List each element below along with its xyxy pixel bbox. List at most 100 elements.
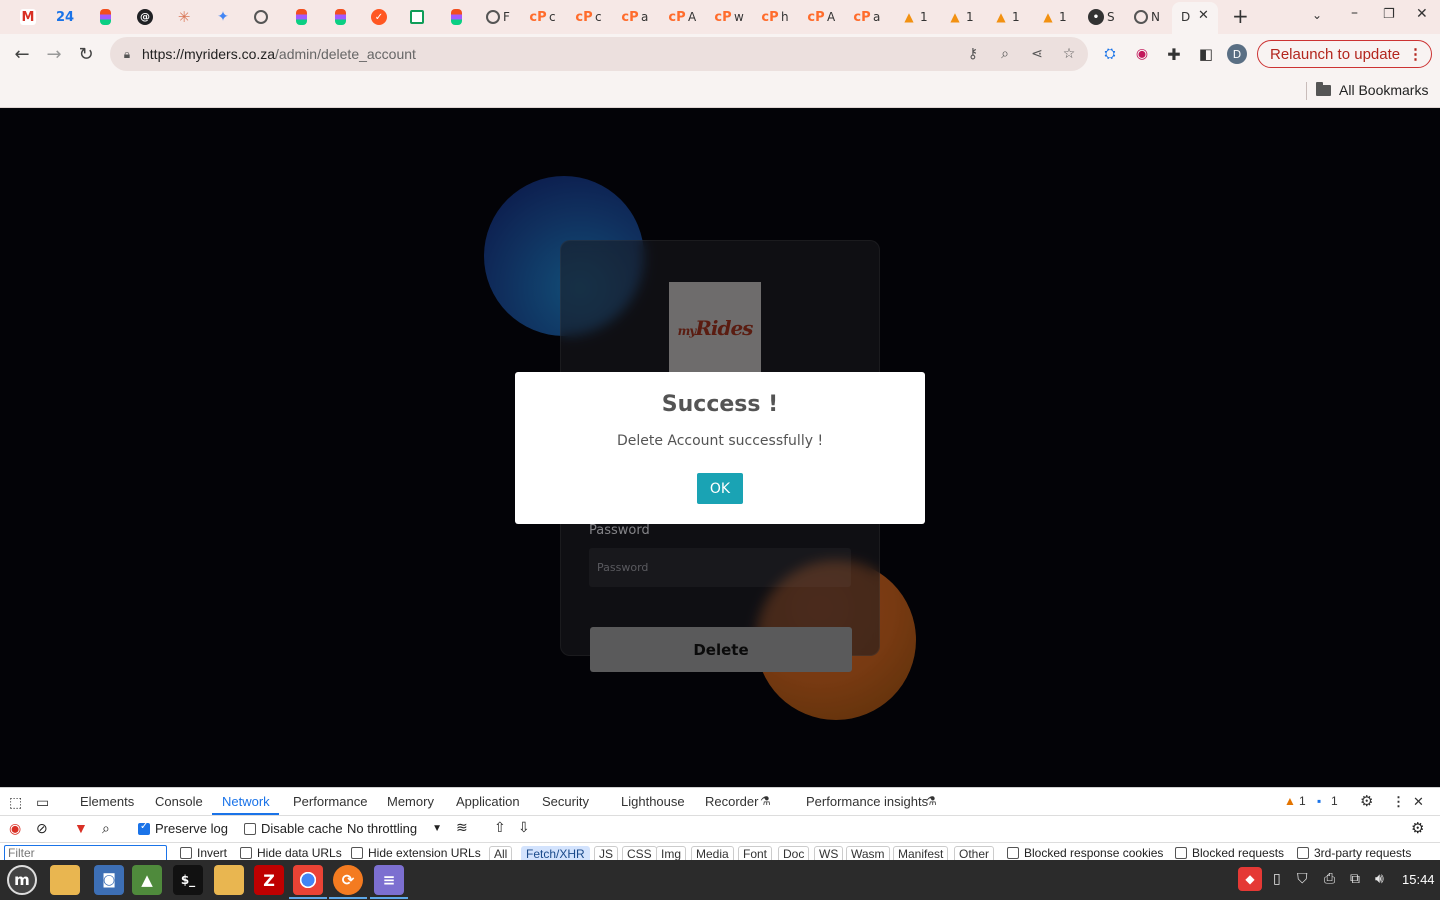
devtools-menu-icon[interactable]: ⋮ [1392, 794, 1405, 810]
filter-chip-img[interactable]: Img [656, 846, 687, 861]
window-close-icon[interactable]: ✕ [1416, 6, 1428, 22]
tab-figma[interactable] [100, 6, 111, 28]
tab-figma[interactable] [335, 6, 346, 28]
warning-icon[interactable]: ▲ [1284, 794, 1296, 808]
tab-cpanel[interactable]: cP A [807, 6, 835, 28]
restore-icon[interactable]: ❐ [1383, 7, 1395, 22]
printer-tray-icon[interactable]: ⎙ [1324, 871, 1335, 887]
tab-cpanel[interactable]: cP a [853, 6, 880, 28]
inspect-element-icon[interactable]: ⬚ [9, 794, 22, 811]
tab-phpmyadmin[interactable]: ▲ 1 [993, 6, 1019, 28]
url-text[interactable]: https://myriders.co.za/admin/delete_acco… [142, 46, 416, 62]
filter-chip-all[interactable]: All [489, 846, 513, 861]
share-icon[interactable]: ⋖ [1028, 45, 1046, 63]
reload-icon[interactable]: ↻ [74, 42, 98, 66]
extensions-puzzle-icon[interactable]: ✚ [1162, 42, 1186, 66]
filter-funnel-icon[interactable]: ▼ [74, 820, 88, 836]
checkbox[interactable] [244, 822, 256, 835]
address-bar[interactable]: 🔒︎ https://myriders.co.za/admin/delete_a… [110, 37, 1088, 71]
color-picker-extension-icon[interactable]: ◉ [1130, 42, 1154, 66]
tab-cpanel[interactable]: cP c [529, 6, 555, 28]
devtools-close-icon[interactable]: ✕ [1413, 794, 1424, 810]
settings-gear-icon[interactable]: ⚙ [1360, 792, 1373, 810]
checkbox[interactable] [351, 847, 363, 859]
network-settings-gear-icon[interactable]: ⚙ [1411, 819, 1424, 837]
tab-figma[interactable] [296, 6, 307, 28]
side-panel-icon[interactable]: ◧ [1194, 42, 1218, 66]
image-viewer-icon[interactable]: ▲ [132, 865, 162, 895]
record-icon[interactable]: ◉ [9, 820, 21, 837]
tab-cpanel[interactable]: cP a [621, 6, 648, 28]
postman-icon[interactable]: ⟳ [333, 865, 363, 895]
third-party-checkbox[interactable]: 3rd-party requests [1297, 846, 1411, 860]
tab-sheets[interactable] [410, 6, 424, 28]
throttling-select[interactable]: No throttling ▼ [347, 821, 442, 836]
filter-chip-other[interactable]: Other [954, 846, 995, 861]
files-icon[interactable] [50, 865, 80, 895]
relaunch-button[interactable]: Relaunch to update ⋮ [1257, 40, 1432, 68]
tab-threads[interactable]: @ [137, 6, 153, 28]
tab-gemini[interactable]: ✦ [215, 6, 231, 28]
network-tray-icon[interactable]: ⧉ [1350, 871, 1360, 887]
filezilla-icon[interactable]: Z [254, 865, 284, 895]
tab-orange-app[interactable]: ✓ [371, 6, 387, 28]
invert-checkbox[interactable]: Invert [180, 846, 227, 860]
folder-app-icon[interactable] [214, 865, 244, 895]
search-icon[interactable]: ⌕ [102, 820, 110, 837]
hide-data-urls-checkbox[interactable]: Hide data URLs [240, 846, 342, 860]
tab-cpanel[interactable]: cP A [668, 6, 696, 28]
filter-chip-ws[interactable]: WS [814, 846, 844, 861]
filter-chip-fetch-xhr[interactable]: Fetch/XHR [521, 846, 590, 861]
clear-icon[interactable]: ⊘ [36, 820, 48, 837]
profile-avatar[interactable]: D [1227, 44, 1247, 64]
all-bookmarks-button[interactable]: All Bookmarks [1316, 81, 1428, 98]
tab-figma[interactable] [451, 6, 462, 28]
tab-search-chevron-icon[interactable]: ⌄ [1312, 8, 1322, 22]
ok-button[interactable]: OK [697, 473, 743, 504]
tab-globe-f[interactable]: F [486, 6, 510, 28]
new-tab-button[interactable]: + [1232, 4, 1249, 28]
export-har-icon[interactable]: ⇩ [518, 819, 530, 836]
minimize-icon[interactable]: – [1351, 5, 1358, 21]
hide-extension-urls-checkbox[interactable]: Hide extension URLs [351, 846, 481, 860]
forward-arrow-icon[interactable]: → [42, 42, 66, 66]
checkbox[interactable] [1175, 847, 1187, 859]
mint-menu-icon[interactable]: m [7, 865, 37, 895]
blocked-cookies-checkbox[interactable]: Blocked response cookies [1007, 846, 1163, 860]
checkbox[interactable] [240, 847, 252, 859]
blocked-requests-checkbox[interactable]: Blocked requests [1175, 846, 1284, 860]
tab-lighthouse[interactable]: Lighthouse [621, 794, 685, 809]
import-har-icon[interactable]: ⇧ [494, 819, 506, 836]
tab-cpanel[interactable]: cP h [761, 6, 788, 28]
chrome-icon[interactable] [293, 865, 323, 895]
tab-globe[interactable] [254, 6, 268, 28]
message-icon[interactable]: ▪ [1317, 794, 1321, 808]
tab-claude[interactable]: ✳ [176, 6, 192, 28]
tab-performance-insights[interactable]: Performance insights [806, 794, 928, 809]
screenshot-icon[interactable]: ◙ [94, 865, 124, 895]
checkbox[interactable] [1007, 847, 1019, 859]
tab-security[interactable]: Security [542, 794, 589, 809]
zoom-icon[interactable]: ⌕ [996, 45, 1014, 63]
tab-phpmyadmin[interactable]: ▲ 1 [947, 6, 973, 28]
back-arrow-icon[interactable]: ← [10, 42, 34, 66]
tab-phpmyadmin[interactable]: ▲ 1 [1040, 6, 1066, 28]
tab-phpmyadmin[interactable]: ▲ 1 [901, 6, 927, 28]
tab-application[interactable]: Application [456, 794, 520, 809]
device-toolbar-icon[interactable]: ▭ [36, 794, 49, 811]
checkbox[interactable] [1297, 847, 1309, 859]
text-editor-icon[interactable]: ≡ [374, 865, 404, 895]
anydesk-tray-icon[interactable]: ◆ [1238, 867, 1262, 891]
volume-tray-icon[interactable]: 🔊︎ [1375, 871, 1384, 887]
lock-icon[interactable]: 🔒︎ [118, 45, 136, 63]
tab-performance[interactable]: Performance [293, 794, 367, 809]
filter-chip-font[interactable]: Font [738, 846, 773, 861]
filter-chip-js[interactable]: JS [594, 846, 619, 861]
close-tab-icon[interactable]: ✕ [1198, 8, 1209, 23]
bookmark-star-icon[interactable]: ☆ [1060, 45, 1078, 63]
tab-network[interactable]: Network [222, 794, 270, 809]
tab-news24[interactable]: 24 [56, 6, 74, 28]
translate-extension-icon[interactable]: ⛭ [1098, 42, 1122, 66]
tab-gmail[interactable]: M [20, 6, 36, 28]
tab-spy[interactable]: • S [1088, 6, 1115, 28]
